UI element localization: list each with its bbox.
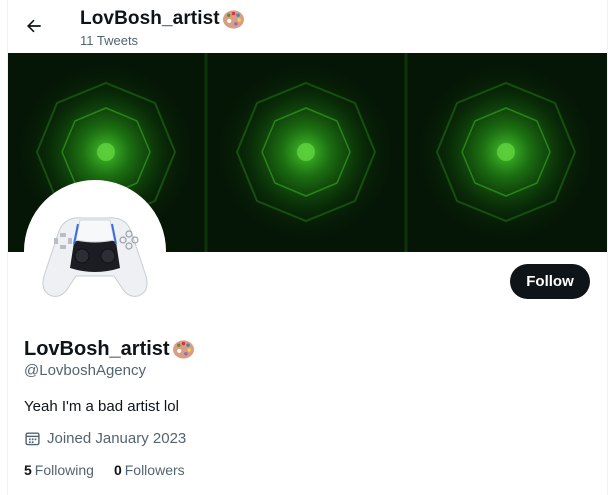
- right-divider: [607, 0, 608, 495]
- header-title: LovBosh_artist: [80, 8, 220, 29]
- tweet-count: 11 Tweets: [80, 33, 139, 48]
- followers-label: Followers: [124, 462, 185, 478]
- joined-date: Joined January 2023: [24, 430, 186, 447]
- calendar-icon: [25, 432, 40, 446]
- joined-text: Joined January 2023: [47, 430, 187, 447]
- follow-stats: 5 Following 0 Followers: [24, 462, 185, 478]
- arrow-left-icon: [27, 19, 41, 33]
- following-label: Following: [34, 462, 94, 478]
- follow-button[interactable]: Follow: [510, 264, 590, 299]
- artist-palette-icon: [172, 340, 194, 359]
- handle: @LovboshAgency: [24, 362, 146, 379]
- game-controller-icon: [28, 184, 162, 318]
- following-count: 5: [24, 462, 32, 478]
- artist-palette-icon: [222, 9, 244, 29]
- followers-link[interactable]: 0 Followers: [114, 462, 185, 478]
- back-button[interactable]: [20, 12, 48, 40]
- display-name-row: LovBosh_artist: [24, 338, 195, 361]
- followers-count: 0: [113, 462, 122, 478]
- bio: Yeah I'm a bad artist lol: [24, 398, 179, 415]
- display-name: LovBosh_artist: [24, 338, 170, 360]
- avatar[interactable]: [24, 180, 166, 322]
- following-link[interactable]: 5 Following: [24, 462, 94, 478]
- header-title-row: LovBosh_artist: [80, 8, 245, 30]
